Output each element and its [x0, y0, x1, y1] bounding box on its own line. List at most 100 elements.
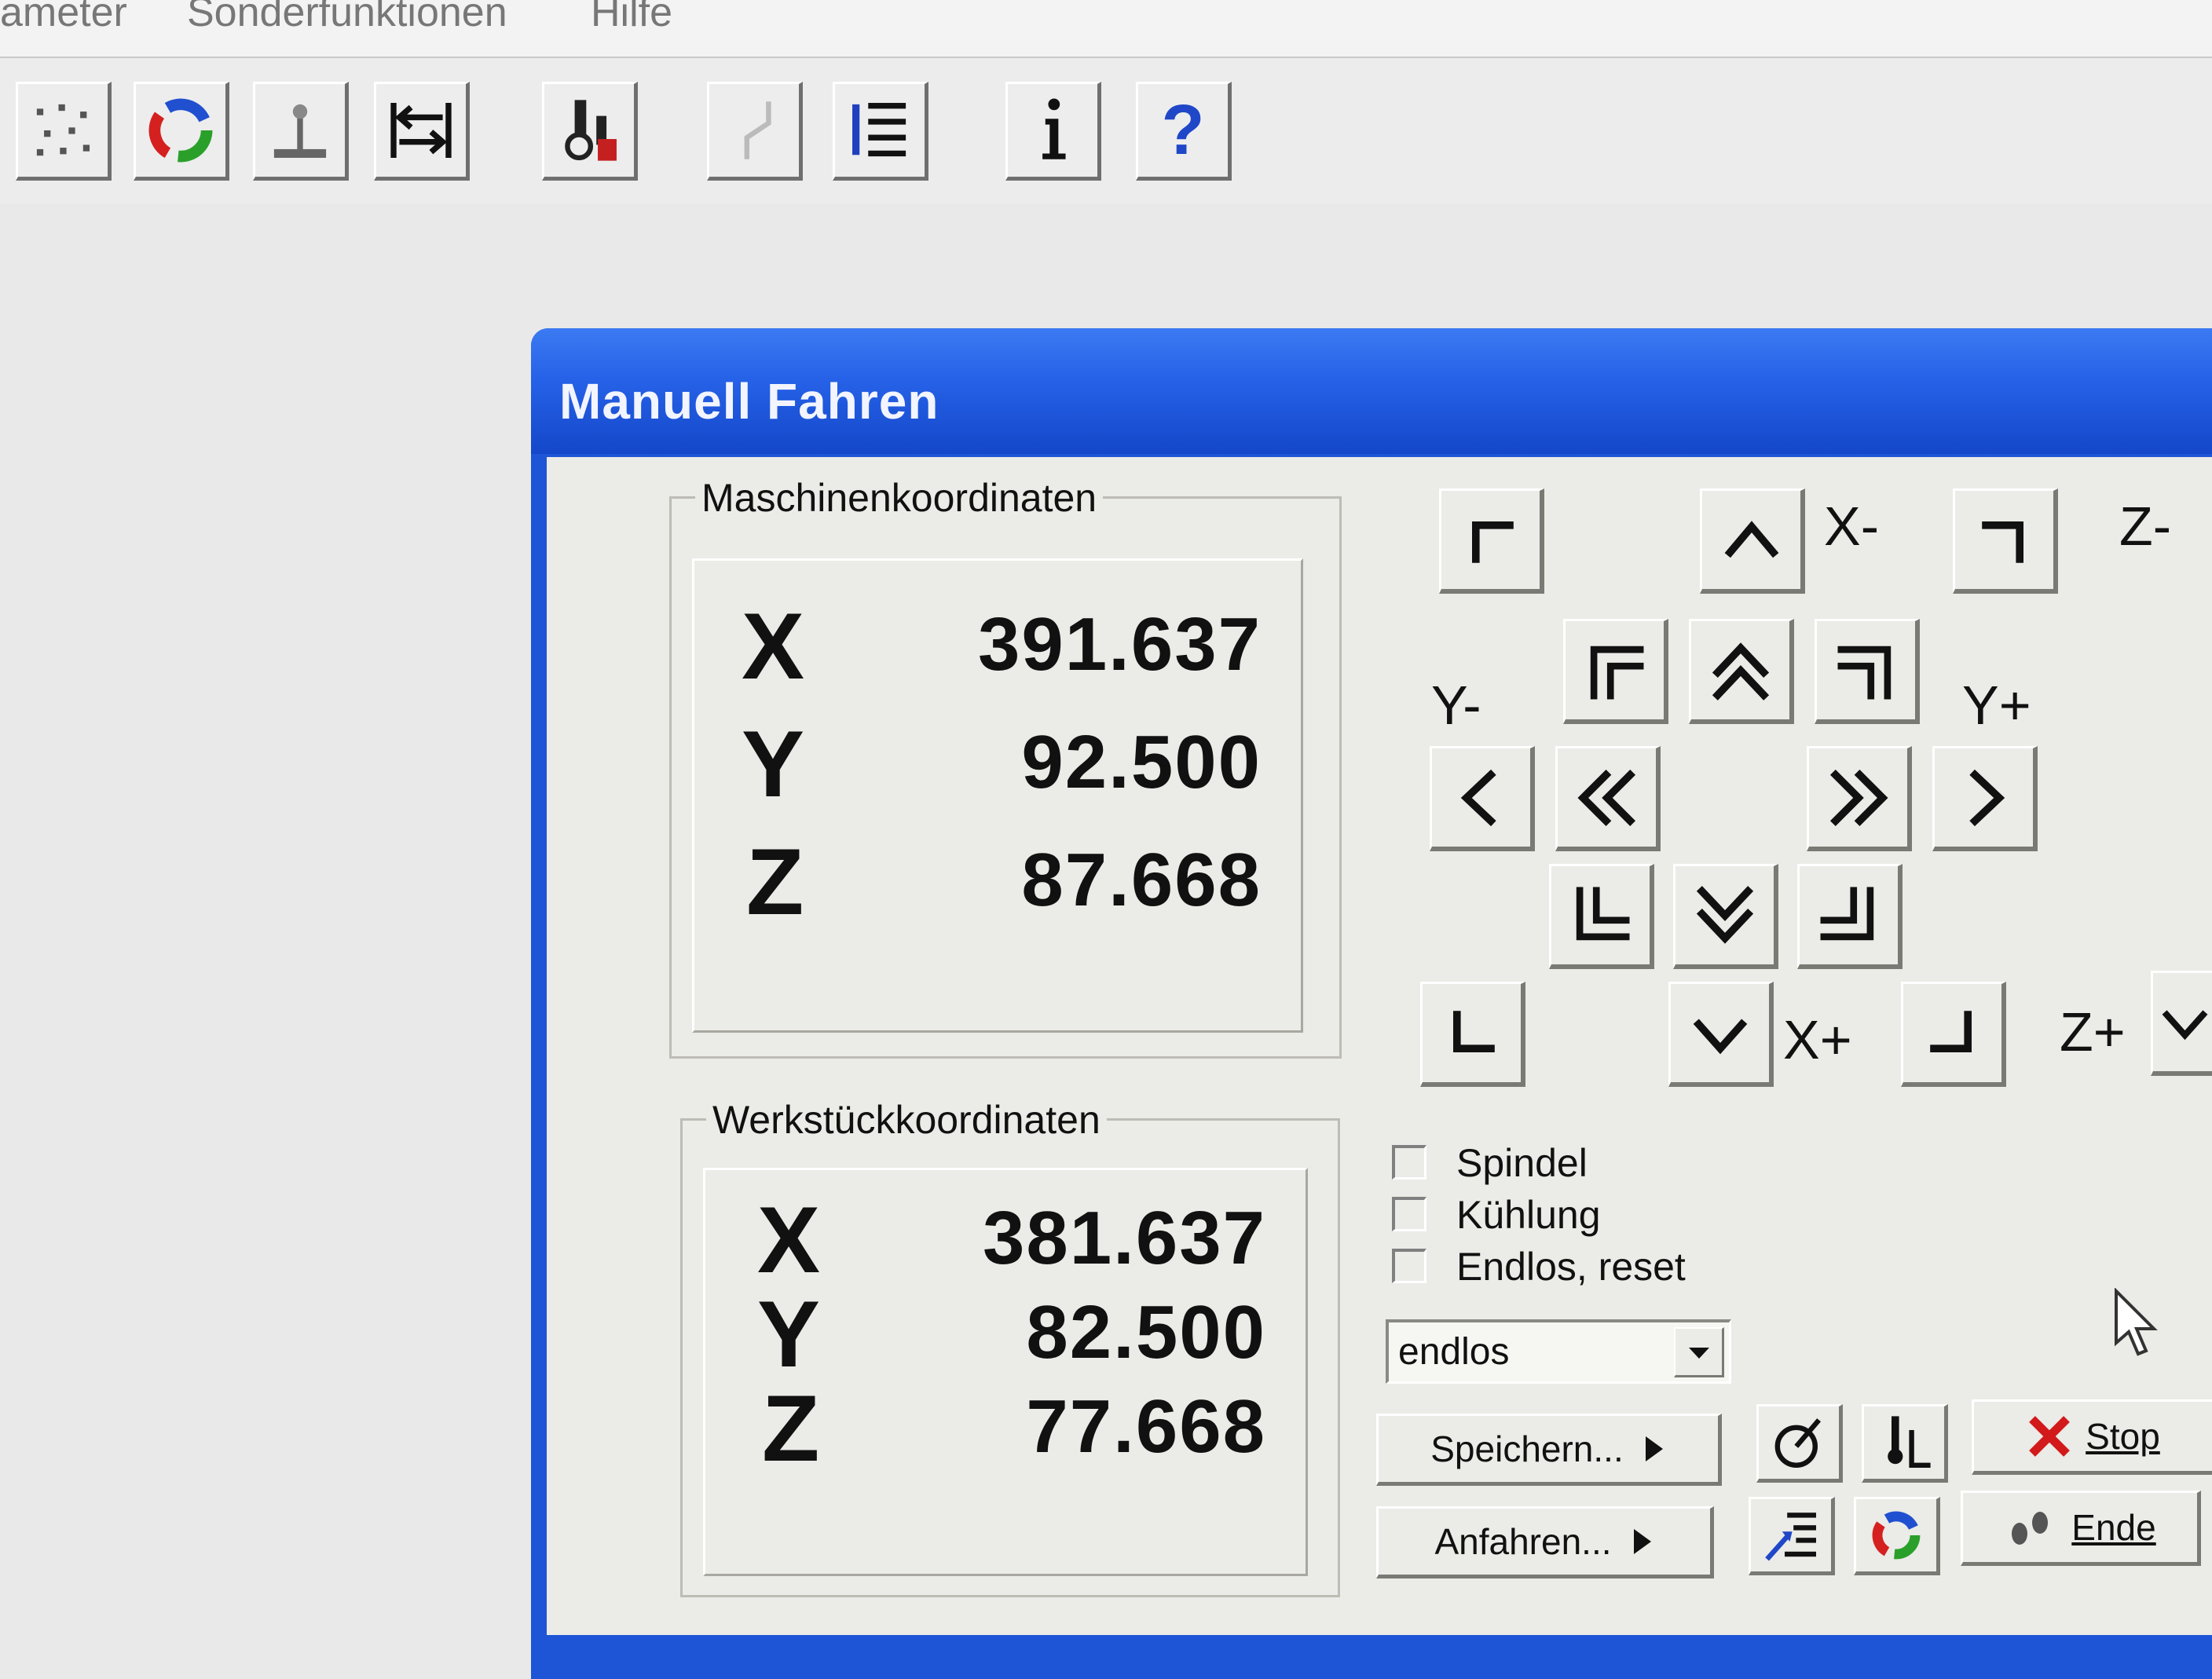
- jog-x-plus-y-minus-button[interactable]: [1420, 982, 1525, 1087]
- machine-coordinates-group: Maschinenkoordinaten X 391.637 Y 92.500 …: [669, 475, 1342, 1059]
- spindel-checkbox[interactable]: [1392, 1145, 1426, 1180]
- jog-x-minus-fast-button[interactable]: [1689, 619, 1794, 724]
- chevron-left-icon: [1460, 769, 1496, 826]
- menu-item-sonderfunktionen[interactable]: Sonderfunktionen: [187, 0, 507, 36]
- mouse-pointer-icon: [2115, 1288, 2158, 1356]
- menu-item-parameter[interactable]: ameter: [0, 0, 127, 36]
- jog-x-minus-y-minus-fast-button[interactable]: [1563, 619, 1668, 724]
- double-chevron-up-icon: [1712, 642, 1769, 700]
- workpiece-y-row: Y 82.500: [705, 1280, 1306, 1387]
- reference-arrows-icon: [390, 103, 452, 158]
- mode-select[interactable]: endlos: [1386, 1319, 1731, 1384]
- triangle-right-icon: [1633, 1529, 1651, 1554]
- corner-bottom-right-icon: [1929, 1010, 1972, 1052]
- endlos-reset-checkbox[interactable]: [1392, 1249, 1426, 1283]
- endlos-reset-label: Endlos, reset: [1456, 1245, 1686, 1289]
- reset-color-wheel-button[interactable]: [1854, 1497, 1940, 1575]
- jog-x-plus-y-plus-button[interactable]: [1901, 982, 2006, 1087]
- stop-label: Stop: [2086, 1416, 2160, 1457]
- jog-x-minus-y-minus-button[interactable]: [1439, 488, 1544, 594]
- double-corner-top-right-icon: [1837, 646, 1891, 699]
- jog-y-plus-button[interactable]: [1932, 746, 2038, 851]
- machine-y-value: 92.500: [1021, 720, 1262, 804]
- jog-y-minus-button[interactable]: [1430, 746, 1535, 851]
- mode-select-value: endlos: [1398, 1331, 1510, 1373]
- joystick-icon: [273, 104, 327, 158]
- color-wheel-icon: [1872, 1511, 1921, 1560]
- workpiece-coordinates-group: Werkstückkoordinaten X 381.637 Y 82.500 …: [680, 1097, 1340, 1597]
- machine-y-row: Y 92.500: [694, 710, 1301, 817]
- help-button[interactable]: ?: [1136, 82, 1232, 181]
- anfahren-label: Anfahren...: [1434, 1521, 1612, 1562]
- machine-z-label: Z: [746, 829, 804, 935]
- machine-z-value: 87.668: [1021, 838, 1262, 922]
- jog-x-plus-fast-button[interactable]: [1673, 864, 1778, 969]
- workpiece-coordinates-legend: Werkstückkoordinaten: [706, 1097, 1107, 1143]
- reference-arrows-button[interactable]: [374, 82, 470, 181]
- path-button-disabled[interactable]: [707, 82, 803, 181]
- jog-y-minus-fast-button[interactable]: [1555, 746, 1661, 851]
- joystick-button[interactable]: [253, 82, 349, 181]
- menu-bar: ameter Sonderfunktionen Hilfe: [0, 0, 2212, 58]
- workpiece-x-value: 381.637: [982, 1196, 1266, 1280]
- probe-button[interactable]: [1756, 1404, 1843, 1483]
- chevron-down-icon: [1688, 1347, 1709, 1359]
- z-plus-label: Z+: [2060, 1001, 2126, 1063]
- disabled-path-icon: [744, 101, 771, 159]
- anfahren-button[interactable]: Anfahren...: [1376, 1506, 1714, 1578]
- jog-x-minus-y-plus-button[interactable]: [1953, 488, 2058, 594]
- tool-change-icon: [565, 100, 617, 161]
- chevron-up-icon: [1724, 520, 1778, 558]
- speichern-button[interactable]: Speichern...: [1376, 1414, 1722, 1486]
- stop-button[interactable]: Stop: [1972, 1399, 2212, 1475]
- close-x-icon: [2029, 1416, 2071, 1457]
- jog-z-plus-button[interactable]: [2151, 971, 2212, 1076]
- dialog-title: Manuell Fahren: [559, 373, 939, 430]
- grid-dots-button[interactable]: [16, 82, 112, 181]
- chevron-down-icon: [2162, 1009, 2208, 1040]
- ende-button[interactable]: Ende: [1961, 1491, 2201, 1566]
- mode-select-dropdown-button[interactable]: [1674, 1327, 1724, 1377]
- info-button[interactable]: [1005, 82, 1101, 181]
- workpiece-z-label: Z: [762, 1376, 820, 1481]
- spindel-label: Spindel: [1456, 1141, 1588, 1185]
- dialog-titlebar[interactable]: Manuell Fahren: [531, 328, 2212, 454]
- jog-x-minus-y-plus-fast-button[interactable]: [1815, 619, 1920, 724]
- help-icon: ?: [1161, 90, 1205, 170]
- jog-x-plus-y-minus-fast-button[interactable]: [1549, 864, 1654, 969]
- workpiece-y-label: Y: [757, 1282, 821, 1387]
- tool-change-button[interactable]: [542, 82, 638, 181]
- chevron-right-icon: [1968, 769, 2005, 826]
- move-to-list-button[interactable]: [1749, 1497, 1835, 1575]
- kuehlung-checkbox[interactable]: [1392, 1197, 1426, 1231]
- machine-coordinates-legend: Maschinenkoordinaten: [695, 475, 1104, 521]
- color-wheel-button[interactable]: [134, 82, 229, 181]
- jog-x-minus-button[interactable]: [1700, 488, 1805, 594]
- corner-top-right-icon: [1981, 521, 2023, 563]
- tool-measure-icon: [1888, 1416, 1931, 1468]
- jog-y-plus-fast-button[interactable]: [1807, 746, 1912, 851]
- x-minus-label: X-: [1824, 496, 1879, 557]
- machine-y-label: Y: [742, 711, 805, 817]
- workpiece-x-label: X: [757, 1187, 821, 1293]
- jog-x-plus-button[interactable]: [1668, 982, 1774, 1087]
- grid-dots-icon: [36, 104, 90, 156]
- machine-x-row: X 391.637: [694, 592, 1301, 699]
- machine-x-value: 391.637: [977, 602, 1262, 686]
- probe-gauge-icon: [1774, 1418, 1822, 1468]
- double-chevron-left-icon: [1577, 769, 1635, 826]
- jog-x-plus-y-plus-fast-button[interactable]: [1797, 864, 1903, 969]
- footprints-icon: [2012, 1512, 2049, 1545]
- double-corner-bottom-left-icon: [1576, 887, 1629, 940]
- workpiece-z-row: Z 77.668: [705, 1374, 1306, 1481]
- corner-top-left-icon: [1471, 521, 1514, 563]
- toolbar: ?: [0, 58, 2212, 204]
- list-button[interactable]: [833, 82, 928, 181]
- machine-x-label: X: [742, 594, 805, 699]
- corner-bottom-left-icon: [1452, 1010, 1495, 1052]
- workpiece-z-value: 77.668: [1026, 1385, 1266, 1469]
- menu-item-hilfe[interactable]: Hilfe: [591, 0, 672, 36]
- tool-length-button[interactable]: [1862, 1404, 1948, 1483]
- list-icon: [852, 103, 906, 157]
- double-corner-top-left-icon: [1590, 646, 1643, 699]
